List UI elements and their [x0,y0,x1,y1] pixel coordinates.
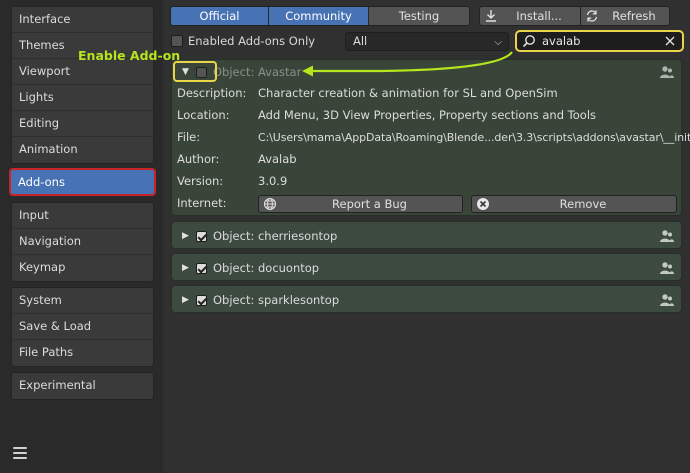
sidebar-item-addons[interactable]: Add-ons [11,170,154,194]
community-users-icon [660,294,674,306]
sidebar-group-input: Input Navigation Keymap [11,202,154,282]
addon-name: Object: Avastar [213,65,302,79]
install-button[interactable]: Install... [479,6,581,26]
addon-author-row: Author: Avalab [177,150,297,168]
addon-panel-cherriesontop: ▶ Object: cherriesontop [171,221,682,249]
remove-button[interactable]: Remove [471,195,677,213]
refresh-icon [586,10,598,22]
internet-key: Internet: [177,196,227,210]
sidebar-group-system: System Save & Load File Paths [11,287,154,367]
sidebar-item-file-paths[interactable]: File Paths [12,340,153,366]
addon-file-row: File: C:\Users\mama\AppData\Roaming\Blend… [177,128,690,146]
addon-header[interactable]: ▶ Object: docuontop [172,256,681,280]
addon-panel-docuontop: ▶ Object: docuontop [171,253,682,281]
sidebar-item-system[interactable]: System [12,288,153,314]
addon-description-row: Description: Character creation & animati… [177,84,558,102]
addon-header-avastar: ▼ Object: Avastar [172,60,681,84]
sidebar-group-general: Interface Themes Viewport Lights Editing… [11,6,154,164]
collapse-triangle-icon[interactable]: ▼ [182,67,196,77]
search-field[interactable] [515,30,684,52]
hamburger-menu-icon[interactable] [12,445,28,461]
addon-enable-checkbox[interactable] [196,66,207,78]
report-bug-button[interactable]: Report a Bug [258,195,463,213]
preferences-sidebar: Interface Themes Viewport Lights Editing… [0,0,163,473]
addons-main-panel: Official Community Testing Install... Re… [163,0,690,473]
expand-triangle-icon[interactable]: ▶ [182,295,196,305]
sidebar-item-animation[interactable]: Animation [12,137,153,163]
addon-name: Object: cherriesontop [213,229,338,243]
report-bug-label: Report a Bug [332,197,407,211]
support-level-tabs: Official Community Testing [170,6,470,26]
category-value: All [353,34,368,48]
addon-internet-row: Internet: [177,194,258,212]
description-key: Description: [177,86,247,100]
refresh-label: Refresh [612,9,656,23]
addon-location-row: Location: Add Menu, 3D View Properties, P… [177,106,596,124]
community-users-icon [660,262,674,274]
remove-icon [477,198,489,210]
annotation-label: Enable Add-on [78,48,181,63]
sidebar-item-keymap[interactable]: Keymap [12,255,153,281]
download-icon [486,10,496,22]
sidebar-item-interface[interactable]: Interface [12,7,153,33]
file-key: File: [177,130,201,144]
sidebar-item-save-load[interactable]: Save & Load [12,314,153,340]
addon-header[interactable]: ▶ Object: cherriesontop [172,224,681,248]
author-key: Author: [177,152,220,166]
tab-official[interactable]: Official [171,7,269,25]
version-value: 3.0.9 [258,174,288,188]
description-value: Character creation & animation for SL an… [258,86,558,100]
expand-triangle-icon[interactable]: ▶ [182,263,196,273]
location-key: Location: [177,108,230,122]
addon-panel-sparklesontop: ▶ Object: sparklesontop [171,285,682,313]
expand-triangle-icon[interactable]: ▶ [182,231,196,241]
globe-icon [263,197,277,211]
category-dropdown[interactable]: All ⌵ [345,32,509,51]
sidebar-item-navigation[interactable]: Navigation [12,229,153,255]
version-key: Version: [177,174,224,188]
addon-name: Object: docuontop [213,261,320,275]
sidebar-item-editing[interactable]: Editing [12,111,153,137]
chevron-down-icon: ⌵ [494,37,502,48]
addon-version-row: Version: 3.0.9 [177,172,287,190]
enabled-only-toggle[interactable]: Enabled Add-ons Only [171,31,315,51]
sidebar-item-input[interactable]: Input [12,203,153,229]
addon-panel-avastar: ▼ Object: Avastar Description: Character … [171,59,690,216]
author-value: Avalab [258,152,297,166]
remove-label: Remove [559,197,607,211]
search-input[interactable] [542,34,657,48]
tab-testing[interactable]: Testing [369,7,469,25]
sidebar-item-experimental[interactable]: Experimental [12,373,153,399]
install-label: Install... [516,9,562,23]
addon-header[interactable]: ▶ Object: sparklesontop [172,288,681,312]
addon-enable-checkbox[interactable] [196,262,207,274]
community-users-icon [660,66,674,78]
addon-name: Object: sparklesontop [213,293,340,307]
tab-community[interactable]: Community [269,7,369,25]
community-users-icon [660,230,674,242]
refresh-button[interactable]: Refresh [580,6,670,26]
addon-enable-checkbox[interactable] [196,294,207,306]
enabled-only-checkbox[interactable] [171,35,183,47]
addon-enable-checkbox[interactable] [196,230,207,242]
location-value: Add Menu, 3D View Properties, Property s… [258,108,597,122]
sidebar-item-lights[interactable]: Lights [12,85,153,111]
sidebar-group-experimental: Experimental [11,372,154,400]
search-icon [522,35,535,48]
sidebar-group-addons: Add-ons [9,168,156,196]
enabled-only-label: Enabled Add-ons Only [188,34,316,48]
clear-search-icon[interactable] [663,34,677,48]
file-value: C:\Users\mama\AppData\Roaming\Blende...d… [258,131,690,144]
